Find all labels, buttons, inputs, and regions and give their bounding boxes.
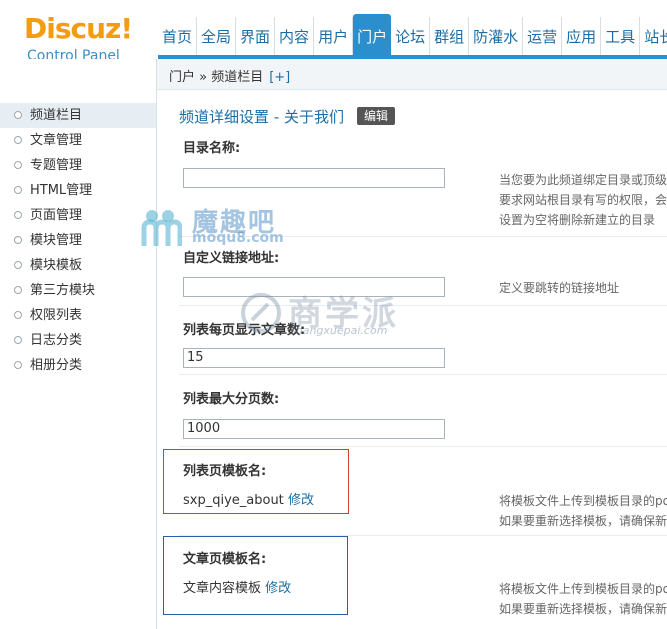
shangxuepai-logo-icon	[241, 293, 281, 333]
breadcrumb: 门户 » 频道栏目 [+]	[169, 66, 290, 85]
main-content: 频道详细设置 - 关于我们 编辑 目录名称: 当您要为此频道绑定目录或顶级 要求…	[157, 90, 667, 629]
nav-portal[interactable]: 门户	[353, 14, 392, 57]
watermark-shangxuepai-domain: shangxuepai.com	[290, 324, 388, 337]
divider	[179, 374, 667, 375]
nav-tools[interactable]: 工具	[601, 17, 641, 57]
list-template-hint-line1: 将模板文件上传到模板目录的po	[499, 494, 667, 508]
dir-name-input[interactable]	[183, 168, 445, 188]
sidebar-item-module-templates[interactable]: 模块模板	[0, 253, 156, 278]
sidebar-item-log-categories[interactable]: 日志分类	[0, 328, 156, 353]
list-template-edit-link[interactable]: 修改	[288, 493, 314, 508]
nav-interface[interactable]: 界面	[236, 17, 276, 57]
nav-operation[interactable]: 运营	[523, 17, 563, 57]
sidebar-item-html[interactable]: HTML管理	[0, 178, 156, 203]
breadcrumb-add-button[interactable]: [+]	[269, 70, 290, 85]
moqu8-logo-icon	[141, 210, 182, 246]
sidebar-item-channels[interactable]: 频道栏目	[0, 103, 156, 128]
list-template-name: sxp_qiye_about	[183, 493, 284, 508]
article-template-name: 文章内容模板	[183, 581, 262, 596]
breadcrumb-path[interactable]: 门户 » 频道栏目	[169, 70, 263, 85]
max-pages-input[interactable]: 1000	[183, 419, 445, 439]
nav-home[interactable]: 首页	[158, 17, 198, 57]
sidebar-item-articles[interactable]: 文章管理	[0, 128, 156, 153]
custom-link-hint: 定义要跳转的链接地址	[499, 281, 620, 295]
nav-group[interactable]: 群组	[430, 17, 470, 57]
article-template-label: 文章页模板名:	[183, 552, 267, 567]
dir-hint-line3: 设置为空将删除新建立的目录	[499, 213, 656, 227]
divider	[179, 446, 667, 447]
sidebar-item-permissions[interactable]: 权限列表	[0, 303, 156, 328]
top-nav: 首页 全局 界面 内容 用户 门户 论坛 群组 防灌水 运营 应用 工具 站长	[158, 14, 667, 57]
max-pages-label: 列表最大分页数:	[183, 392, 280, 407]
per-page-input[interactable]: 15	[183, 348, 445, 368]
nav-global[interactable]: 全局	[197, 17, 237, 57]
nav-user[interactable]: 用户	[314, 17, 354, 57]
nav-apps[interactable]: 应用	[562, 17, 602, 57]
custom-link-label: 自定义链接地址:	[183, 251, 280, 266]
dir-hint-line1: 当您要为此频道绑定目录或顶级	[499, 173, 667, 187]
list-template-value: sxp_qiye_about 修改	[183, 489, 314, 508]
sidebar-item-third-party[interactable]: 第三方模块	[0, 278, 156, 303]
sidebar-item-modules[interactable]: 模块管理	[0, 228, 156, 253]
sidebar-item-pages[interactable]: 页面管理	[0, 203, 156, 228]
edit-button[interactable]: 编辑	[357, 107, 396, 125]
list-template-hint-line2: 如果要重新选择模板，请确保新	[499, 514, 667, 528]
list-template-label: 列表页模板名:	[183, 464, 267, 479]
sidebar-item-album-categories[interactable]: 相册分类	[0, 353, 156, 378]
sidebar-item-topics[interactable]: 专题管理	[0, 153, 156, 178]
page-title: 频道详细设置 - 关于我们	[179, 108, 344, 126]
article-template-value: 文章内容模板 修改	[183, 577, 291, 596]
article-template-hint-line1: 将模板文件上传到模板目录的po	[499, 582, 667, 596]
sidebar: 频道栏目 文章管理 专题管理 HTML管理 页面管理 模块管理 模块模板 第三方…	[0, 59, 157, 629]
nav-forum[interactable]: 论坛	[391, 17, 431, 57]
header: Discuz! Control Panel 首页 全局 界面 内容 用户 门户 …	[0, 0, 667, 64]
article-template-hint-line2: 如果要重新选择模板，请确保新	[499, 602, 667, 616]
breadcrumb-bar: 门户 » 频道栏目 [+]	[157, 59, 667, 90]
nav-content[interactable]: 内容	[275, 17, 315, 57]
dir-hint-line2: 要求网站根目录有写的权限，会	[499, 193, 667, 207]
dir-name-label: 目录名称:	[183, 141, 241, 156]
nav-admin[interactable]: 站长	[640, 17, 667, 57]
article-template-edit-link[interactable]: 修改	[265, 581, 291, 596]
watermark-moqu8-domain: moqu8.com	[192, 230, 284, 246]
nav-antispam[interactable]: 防灌水	[469, 17, 524, 57]
discuz-logo: Discuz!	[24, 12, 133, 45]
